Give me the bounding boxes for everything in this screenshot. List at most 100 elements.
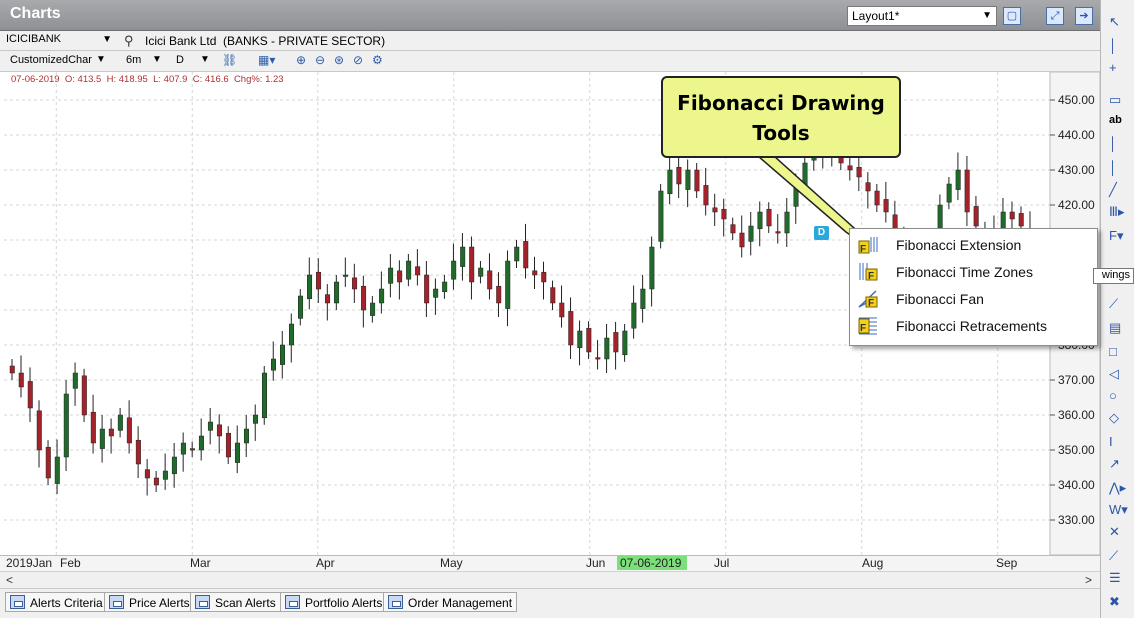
price-tick-label: 450.00 — [1058, 93, 1095, 107]
menu-item-label: Fibonacci Fan — [896, 291, 984, 307]
fibonacci-tool-icon[interactable]: F▾ — [1103, 228, 1133, 248]
pattern-icon[interactable]: ▤ — [1103, 320, 1133, 340]
menu-item-fibonacci-time-zones[interactable]: F Fibonacci Time Zones — [850, 258, 1099, 284]
window-icon[interactable]: ▢ — [1003, 7, 1021, 25]
tab-order-management[interactable]: Order Management — [383, 592, 518, 612]
date-labels: 2019Jan Feb Mar Apr May Jun 07-06-2019 Jul Aug Se… — [6, 556, 1018, 570]
price-tick-label: 330.00 — [1058, 513, 1095, 527]
menu-item-label: Fibonacci Time Zones — [896, 264, 1033, 280]
candle — [379, 271, 385, 314]
layout-value: Layout1* — [852, 9, 900, 23]
lines-icon[interactable]: ☰ — [1103, 570, 1133, 590]
tab-portfolio-alerts[interactable]: Portfolio Alerts — [280, 592, 388, 612]
window-tab-icon — [285, 595, 300, 609]
template-dropdown[interactable]: CustomizedChar ▼ — [10, 54, 106, 66]
gann-icon[interactable]: ✕ — [1103, 524, 1133, 544]
symbol-bar: ICICIBANK ▼ ⚲ Icici Bank Ltd (BANKS - PR… — [0, 31, 1100, 51]
menu-item-fibonacci-extension[interactable]: F Fibonacci Extension — [850, 231, 1099, 257]
candle — [703, 167, 709, 216]
tab-price-alerts[interactable]: Price Alerts — [104, 592, 195, 612]
delete-icon[interactable]: ✖ — [1103, 594, 1133, 614]
fib-retracements-icon: F — [858, 317, 877, 335]
date-tick-label: 07-06-2019 — [620, 556, 682, 570]
line-icon[interactable]: │ — [1103, 136, 1133, 156]
interval-dropdown[interactable]: D ▼ — [176, 54, 210, 66]
zoom-fit-icon[interactable]: ⊛ — [334, 53, 344, 67]
crosshair-icon[interactable]: + — [1103, 60, 1133, 80]
candle — [550, 280, 556, 310]
candle — [316, 258, 322, 303]
candle — [694, 163, 700, 198]
candle — [63, 380, 69, 471]
date-tick-label: 2019Jan — [6, 556, 52, 570]
symbol-dropdown[interactable]: ICICIBANK ▼ — [6, 33, 114, 49]
chart-type-icon[interactable]: ▦▾ — [258, 53, 275, 67]
segment-icon[interactable]: │ — [1103, 160, 1133, 180]
svg-text:F: F — [868, 271, 874, 281]
date-tick-label: Mar — [190, 556, 211, 570]
trendline-icon[interactable]: ╱ — [1103, 182, 1133, 202]
candle — [469, 236, 475, 300]
brush-icon[interactable]: ⟋ — [1103, 548, 1133, 568]
maximize-icon[interactable]: ⤢ — [1046, 7, 1064, 25]
horizontal-scrollbar[interactable]: < > — [0, 571, 1100, 588]
tab-label: Price Alerts — [129, 596, 190, 610]
detach-icon[interactable]: ➔ — [1075, 7, 1093, 25]
date-tick-label: Jul — [714, 556, 729, 570]
measure-icon[interactable]: I — [1103, 434, 1133, 454]
candle — [162, 453, 168, 490]
candle — [298, 289, 304, 326]
drawing-toolbar: ↖ │ + ▭ ab │ │ ╱ Ⅲ▸ F▾ ⟋ ▤ □ ◁ ○ ◇ I ↗ ⋀… — [1100, 0, 1134, 618]
zoom-in-icon[interactable]: ⊕ — [296, 53, 306, 67]
tab-scan-alerts[interactable]: Scan Alerts — [190, 592, 281, 612]
pitchfork-icon[interactable]: ⟋ — [1103, 296, 1133, 316]
layout-dropdown[interactable]: Layout1* ▼ — [847, 6, 997, 26]
text-icon[interactable]: ab — [1103, 114, 1133, 134]
candle — [144, 459, 150, 496]
text-box-icon[interactable]: ▭ — [1103, 92, 1133, 112]
candle — [280, 331, 286, 379]
rectangle-icon[interactable]: □ — [1103, 344, 1133, 364]
polygon-icon[interactable]: ◇ — [1103, 410, 1133, 430]
callout-line1: Fibonacci Drawing — [677, 91, 885, 115]
candle — [207, 408, 213, 445]
candle — [676, 153, 682, 198]
candle — [613, 321, 619, 370]
candle — [27, 367, 33, 422]
candle — [505, 250, 511, 327]
tab-alerts-criteria[interactable]: Alerts Criteria — [5, 592, 108, 612]
channel-icon[interactable]: Ⅲ▸ — [1103, 204, 1133, 224]
candle — [261, 366, 267, 425]
candle — [9, 359, 15, 380]
window-title: Charts — [10, 5, 61, 22]
svg-text:F: F — [868, 298, 874, 308]
zoom-out-icon[interactable]: ⊖ — [315, 53, 325, 67]
ellipse-icon[interactable]: ○ — [1103, 388, 1133, 408]
candle — [198, 418, 204, 461]
elliott-icon[interactable]: W▾ — [1103, 502, 1133, 522]
waves-icon[interactable]: ⋀▸ — [1103, 480, 1133, 500]
link-off-icon[interactable]: ⛓ — [222, 53, 237, 67]
search-icon[interactable]: ⚲ — [124, 33, 134, 49]
candle — [99, 415, 105, 463]
vertical-line-icon[interactable]: │ — [1103, 38, 1133, 58]
scroll-left-icon[interactable]: < — [6, 573, 13, 587]
symbol-value: ICICIBANK — [6, 33, 62, 45]
candle — [631, 285, 637, 339]
candle — [252, 404, 258, 441]
scroll-right-icon[interactable]: > — [1085, 573, 1092, 587]
candle — [514, 240, 520, 268]
menu-item-fibonacci-retracements[interactable]: F Fibonacci Retracements — [850, 312, 1099, 338]
candle — [72, 362, 78, 406]
candle — [586, 321, 592, 359]
period-dropdown[interactable]: 6m ▼ — [126, 54, 162, 66]
cursor-icon[interactable]: ↖ — [1103, 14, 1133, 34]
date-tick-label: Jun — [586, 556, 605, 570]
settings-icon[interactable]: ⚙ — [372, 53, 383, 67]
arrow-icon[interactable]: ↗ — [1103, 456, 1133, 476]
candle — [406, 254, 412, 287]
zoom-reset-icon[interactable]: ⊘ — [353, 53, 363, 67]
menu-item-fibonacci-fan[interactable]: F Fibonacci Fan — [850, 285, 1099, 311]
candle — [36, 400, 42, 468]
triangle-icon[interactable]: ◁ — [1103, 366, 1133, 386]
